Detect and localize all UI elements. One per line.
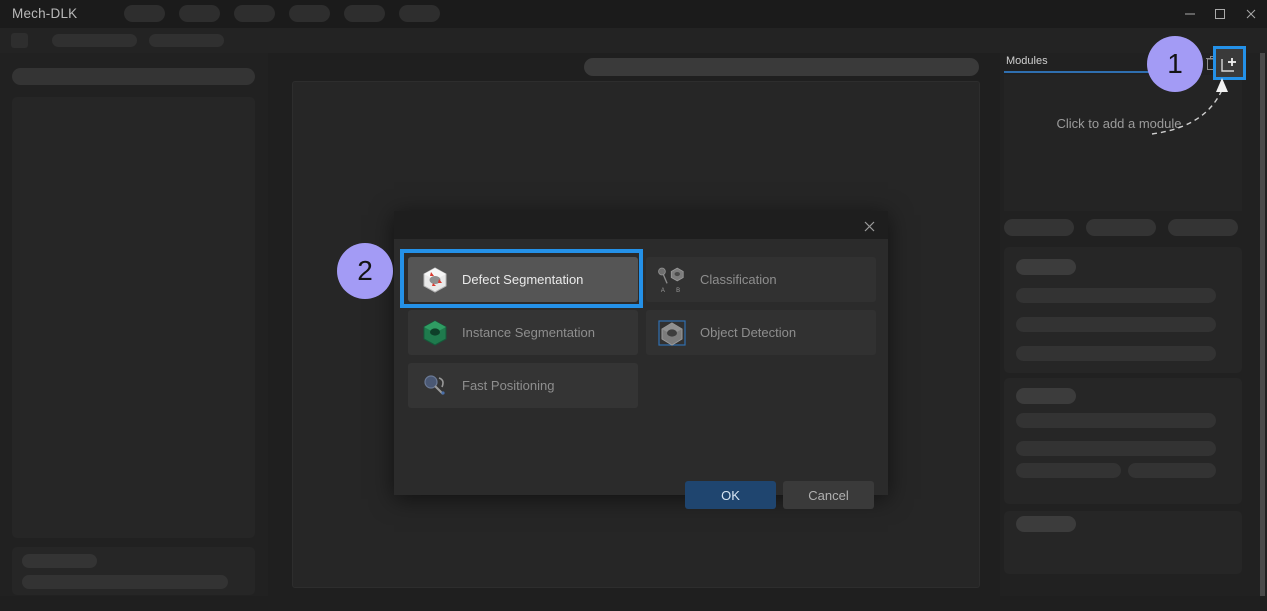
minimize-icon (1185, 13, 1195, 15)
add-module-dialog: Defect Segmentation Instance Segmentatio… (394, 211, 888, 509)
module-option-label: Fast Positioning (462, 378, 555, 393)
left-panel-footer-bar-placeholder (22, 575, 228, 589)
module-option-label: Classification (700, 272, 777, 287)
module-option-label: Defect Segmentation (462, 272, 584, 287)
svg-text:A: A (661, 287, 665, 293)
add-module-plus-icon (1220, 58, 1236, 72)
callout-badge-2: 2 (337, 243, 393, 299)
classification-icon: A B (656, 263, 690, 297)
right-panel-card-2-line-2 (1016, 441, 1216, 456)
titlebar-menu-placeholder-2[interactable] (179, 5, 220, 22)
right-panel-card-2-line-1 (1016, 413, 1216, 428)
close-icon (1246, 9, 1256, 19)
maximize-button[interactable] (1204, 0, 1236, 28)
module-list-left: Defect Segmentation Instance Segmentatio… (408, 257, 638, 416)
tab-modules-underline (1004, 71, 1149, 73)
close-button[interactable] (1235, 0, 1267, 28)
svg-text:B: B (676, 287, 680, 293)
tab-modules[interactable]: Modules (1006, 55, 1048, 67)
right-panel-chip-1[interactable] (1004, 219, 1074, 236)
module-option-object-detection[interactable]: Object Detection (646, 310, 876, 355)
right-panel-card-1-title-placeholder (1016, 259, 1076, 275)
right-panel-chip-3[interactable] (1168, 219, 1238, 236)
left-panel-image-list[interactable] (12, 97, 255, 538)
right-panel-scrollbar[interactable] (1260, 53, 1265, 600)
cancel-button[interactable]: Cancel (783, 481, 874, 509)
titlebar-menu-placeholder-5[interactable] (344, 5, 385, 22)
fast-positioning-icon (418, 369, 452, 403)
module-option-label: Instance Segmentation (462, 325, 595, 340)
right-panel-chip-2[interactable] (1086, 219, 1156, 236)
titlebar-menu-placeholder-6[interactable] (399, 5, 440, 22)
module-list-right: A B Classification Object Detection (646, 257, 876, 363)
dialog-header (394, 211, 888, 239)
ok-button[interactable]: OK (685, 481, 776, 509)
dialog-body: Defect Segmentation Instance Segmentatio… (394, 239, 888, 509)
object-detection-icon (656, 316, 690, 350)
minimize-button[interactable] (1174, 0, 1206, 28)
dialog-close-button[interactable] (856, 215, 882, 237)
maximize-icon (1215, 9, 1225, 19)
titlebar-menu-placeholder-3[interactable] (234, 5, 275, 22)
right-panel-card-2-line-3 (1016, 463, 1121, 478)
app-title: Mech-DLK (12, 6, 78, 21)
toolbar-item-placeholder-2[interactable] (149, 34, 224, 47)
right-panel-card-1-line-3 (1016, 346, 1216, 361)
status-bar (0, 596, 1267, 611)
toolbar-icon-placeholder[interactable] (11, 33, 28, 48)
toolbar-item-placeholder-1[interactable] (52, 34, 137, 47)
right-panel-card-2-line-4 (1128, 463, 1216, 478)
instance-segmentation-icon (418, 316, 452, 350)
left-panel-search-placeholder[interactable] (12, 68, 255, 85)
module-option-fast-positioning[interactable]: Fast Positioning (408, 363, 638, 408)
close-icon (864, 221, 874, 231)
callout-badge-1: 1 (1147, 36, 1203, 92)
center-toolbar-placeholder[interactable] (584, 58, 979, 76)
defect-segmentation-icon (418, 263, 452, 297)
module-option-label: Object Detection (700, 325, 797, 340)
right-panel-card-2-title-placeholder (1016, 388, 1076, 404)
left-panel-footer-label-placeholder (22, 554, 97, 568)
titlebar-menu-placeholder-4[interactable] (289, 5, 330, 22)
module-option-classification[interactable]: A B Classification (646, 257, 876, 302)
titlebar-menu-placeholder-1[interactable] (124, 5, 165, 22)
module-option-instance-segmentation[interactable]: Instance Segmentation (408, 310, 638, 355)
application-window: Mech-DLK Modules Click to add a module D… (0, 0, 1267, 611)
title-bar: Mech-DLK (0, 0, 1267, 28)
module-option-defect-segmentation[interactable]: Defect Segmentation (408, 257, 638, 302)
right-panel-card-1-line-2 (1016, 317, 1216, 332)
right-panel-card-1-line-1 (1016, 288, 1216, 303)
right-panel-card-3-title-placeholder (1016, 516, 1076, 532)
